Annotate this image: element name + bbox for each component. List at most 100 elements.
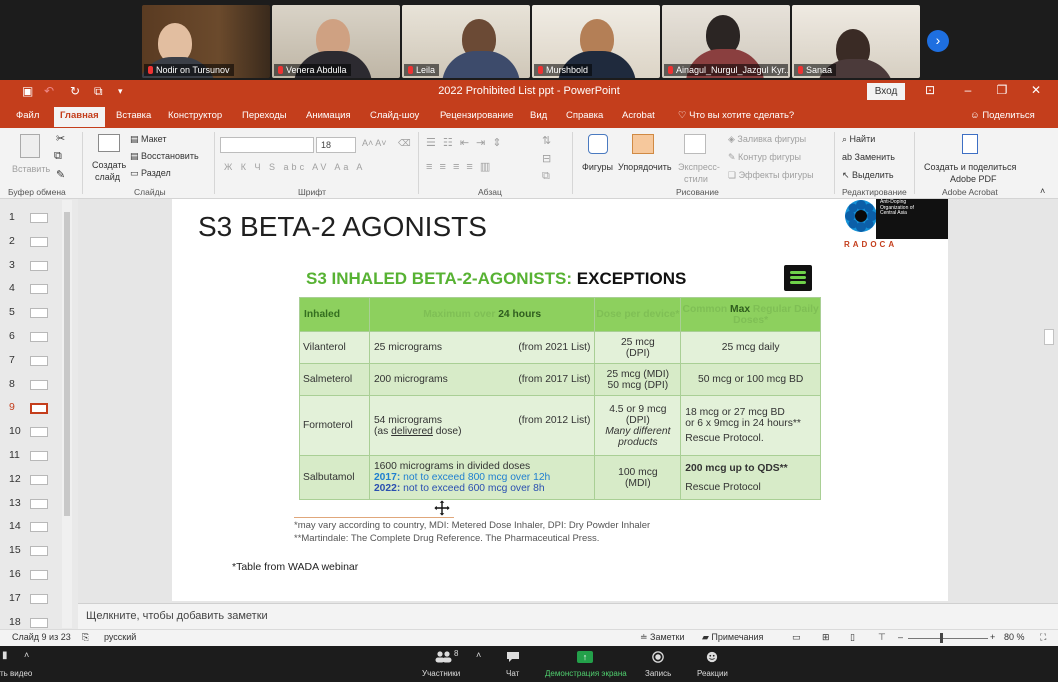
comments-toggle[interactable]: ▰ Примечания xyxy=(702,632,763,643)
arrange-button[interactable]: Упорядочить xyxy=(618,162,672,172)
list-icons[interactable]: ☰ ☷ ⇤ ⇥ ⇕ xyxy=(426,136,504,149)
zoom-out-icon[interactable]: – xyxy=(898,632,903,642)
slide-thumbnail[interactable] xyxy=(30,474,48,485)
find-button[interactable]: ⌕ Найти xyxy=(842,134,875,145)
slideshow-view-icon[interactable]: ⊤ xyxy=(878,632,886,643)
record-icon[interactable] xyxy=(651,651,665,663)
tell-me-search[interactable]: ♡ Что вы хотите сделать? xyxy=(678,110,794,121)
participants-icon[interactable] xyxy=(434,651,454,663)
footnotes[interactable]: *may vary according to country, MDI: Met… xyxy=(294,519,650,545)
minimize-icon[interactable]: – xyxy=(958,83,978,97)
reading-view-icon[interactable]: ▯ xyxy=(850,632,855,643)
scrollbar-thumb[interactable] xyxy=(1044,329,1054,345)
tab-animations[interactable]: Анимация xyxy=(306,110,351,121)
editor-scrollbar[interactable] xyxy=(1040,199,1058,603)
beta2-agonists-table[interactable]: Inhaled Maximum over 24 hours Dose per d… xyxy=(299,297,821,500)
slide-thumbnail[interactable] xyxy=(30,498,48,509)
paste-icon[interactable] xyxy=(20,134,40,158)
chat-button[interactable]: Чат xyxy=(506,669,519,678)
restore-icon[interactable]: ❐ xyxy=(992,83,1012,97)
quick-styles-icon[interactable] xyxy=(684,134,706,154)
fit-to-window-icon[interactable]: ⛶ xyxy=(1040,632,1046,643)
layout-button[interactable]: ▤ Макет xyxy=(130,134,167,145)
cut-icon[interactable]: ✂ xyxy=(56,132,65,145)
spellcheck-icon[interactable]: ⎘ xyxy=(82,632,89,643)
pdf-share-icon[interactable] xyxy=(962,134,978,154)
notes-placeholder[interactable]: Щелкните, чтобы добавить заметки xyxy=(86,610,268,622)
grow-font-icon[interactable]: A˄ A˅ xyxy=(362,138,387,148)
slide-thumbnail[interactable] xyxy=(30,546,48,557)
format-painter-icon[interactable]: ✎ xyxy=(56,168,65,181)
tab-insert[interactable]: Вставка xyxy=(116,110,151,121)
clear-format-icon[interactable]: ⌫ xyxy=(398,138,411,149)
paste-button[interactable]: Вставить xyxy=(12,164,50,174)
select-button[interactable]: ↖ Выделить xyxy=(842,170,894,181)
shapes-icon[interactable] xyxy=(588,134,608,154)
video-icon[interactable]: ▮ xyxy=(2,650,8,661)
section-button[interactable]: ▭ Раздел xyxy=(130,168,171,179)
replace-button[interactable]: ab Заменить xyxy=(842,152,895,162)
ribbon-display-icon[interactable]: ⊡ xyxy=(920,83,940,97)
new-slide-button-line2[interactable]: слайд xyxy=(95,172,120,182)
participants-button[interactable]: Участники xyxy=(422,669,460,678)
scrollbar-thumb[interactable] xyxy=(64,212,70,516)
zoom-slider-knob[interactable] xyxy=(940,633,943,643)
slide-thumbnail[interactable] xyxy=(30,379,48,390)
reactions-icon[interactable] xyxy=(705,651,719,663)
normal-view-icon[interactable]: ▭ xyxy=(792,632,801,643)
tab-slideshow[interactable]: Слайд-шоу xyxy=(370,110,419,121)
text-direction-icon[interactable]: ⇅ xyxy=(542,134,551,147)
shapes-button[interactable]: Фигуры xyxy=(582,162,613,172)
tab-help[interactable]: Справка xyxy=(566,110,603,121)
reactions-button[interactable]: Реакции xyxy=(697,669,728,678)
share-button[interactable]: ☺ Поделиться xyxy=(970,110,1035,121)
smartart-icon[interactable]: ⧉ xyxy=(542,170,550,183)
slide-thumbnail[interactable] xyxy=(30,403,48,415)
copy-icon[interactable]: ⧉ xyxy=(54,150,62,163)
quick-styles-button[interactable]: Экспресс- xyxy=(678,162,720,172)
slide-thumbnail[interactable] xyxy=(30,355,48,366)
new-slide-button[interactable]: Создать xyxy=(92,160,126,170)
tab-view[interactable]: Вид xyxy=(530,110,547,121)
participant-tile[interactable]: Ainagul_Nurgul_Jazgul Kyr... xyxy=(662,5,790,78)
participant-tile[interactable]: Leila xyxy=(402,5,530,78)
new-slide-icon[interactable] xyxy=(98,134,120,152)
start-video-button[interactable]: ть видео xyxy=(0,669,32,678)
slide-thumbnail[interactable] xyxy=(30,617,48,628)
slide-thumbnail[interactable] xyxy=(30,570,48,580)
slide-thumbnail[interactable] xyxy=(30,236,48,247)
create-share-pdf-button-line2[interactable]: Adobe PDF xyxy=(950,174,997,184)
slide-subtitle[interactable]: S3 INHALED BETA-2-AGONISTS: EXCEPTIONS xyxy=(306,269,686,289)
slide-thumbnail[interactable] xyxy=(30,522,48,533)
create-share-pdf-button[interactable]: Создать и поделиться xyxy=(924,162,1016,172)
notes-pane[interactable]: Щелкните, чтобы добавить заметки xyxy=(78,603,1058,629)
tab-design[interactable]: Конструктор xyxy=(168,110,222,121)
slide-thumbnail[interactable] xyxy=(30,284,48,295)
align-icons[interactable]: ≡ ≡ ≡ ≡ ▥ xyxy=(426,160,492,173)
slide-thumbnail[interactable] xyxy=(30,427,48,438)
notes-toggle[interactable]: ≐ Заметки xyxy=(640,632,684,643)
slide-thumbnail[interactable] xyxy=(30,332,48,342)
tab-review[interactable]: Рецензирование xyxy=(440,110,513,121)
source-note[interactable]: *Table from WADA webinar xyxy=(232,561,358,573)
slide-thumbnail[interactable] xyxy=(30,593,48,604)
tab-transitions[interactable]: Переходы xyxy=(242,110,287,121)
font-name-field[interactable] xyxy=(220,137,314,153)
arrange-icon[interactable] xyxy=(632,134,654,154)
shape-fill-button[interactable]: ◈ Заливка фигуры xyxy=(728,134,806,145)
participant-tile[interactable]: Sanaa xyxy=(792,5,920,78)
participant-tile[interactable]: Nodir on Tursunov xyxy=(142,5,270,78)
collapse-ribbon-icon[interactable]: ˄ xyxy=(1040,186,1045,196)
language-indicator[interactable]: русский xyxy=(104,632,136,642)
font-format-icons[interactable]: Ж К Ч S abc AV Aa A xyxy=(224,162,365,172)
tab-file[interactable]: Файл xyxy=(16,110,39,121)
slide-sorter-icon[interactable]: ⊞ xyxy=(822,632,830,643)
slide-thumbnail[interactable] xyxy=(30,308,48,319)
participant-tile[interactable]: Murshbold xyxy=(532,5,660,78)
sign-in-button[interactable]: Вход xyxy=(867,83,905,100)
slide-title[interactable]: S3 BETA-2 AGONISTS xyxy=(198,211,487,243)
slide-canvas[interactable]: S3 BETA-2 AGONISTS Anti-Doping Organizat… xyxy=(172,199,948,601)
participants-caret-icon[interactable]: ˄ xyxy=(476,650,481,660)
tab-home[interactable]: Главная xyxy=(54,107,105,127)
participant-tile[interactable]: Venera Abdulla xyxy=(272,5,400,78)
